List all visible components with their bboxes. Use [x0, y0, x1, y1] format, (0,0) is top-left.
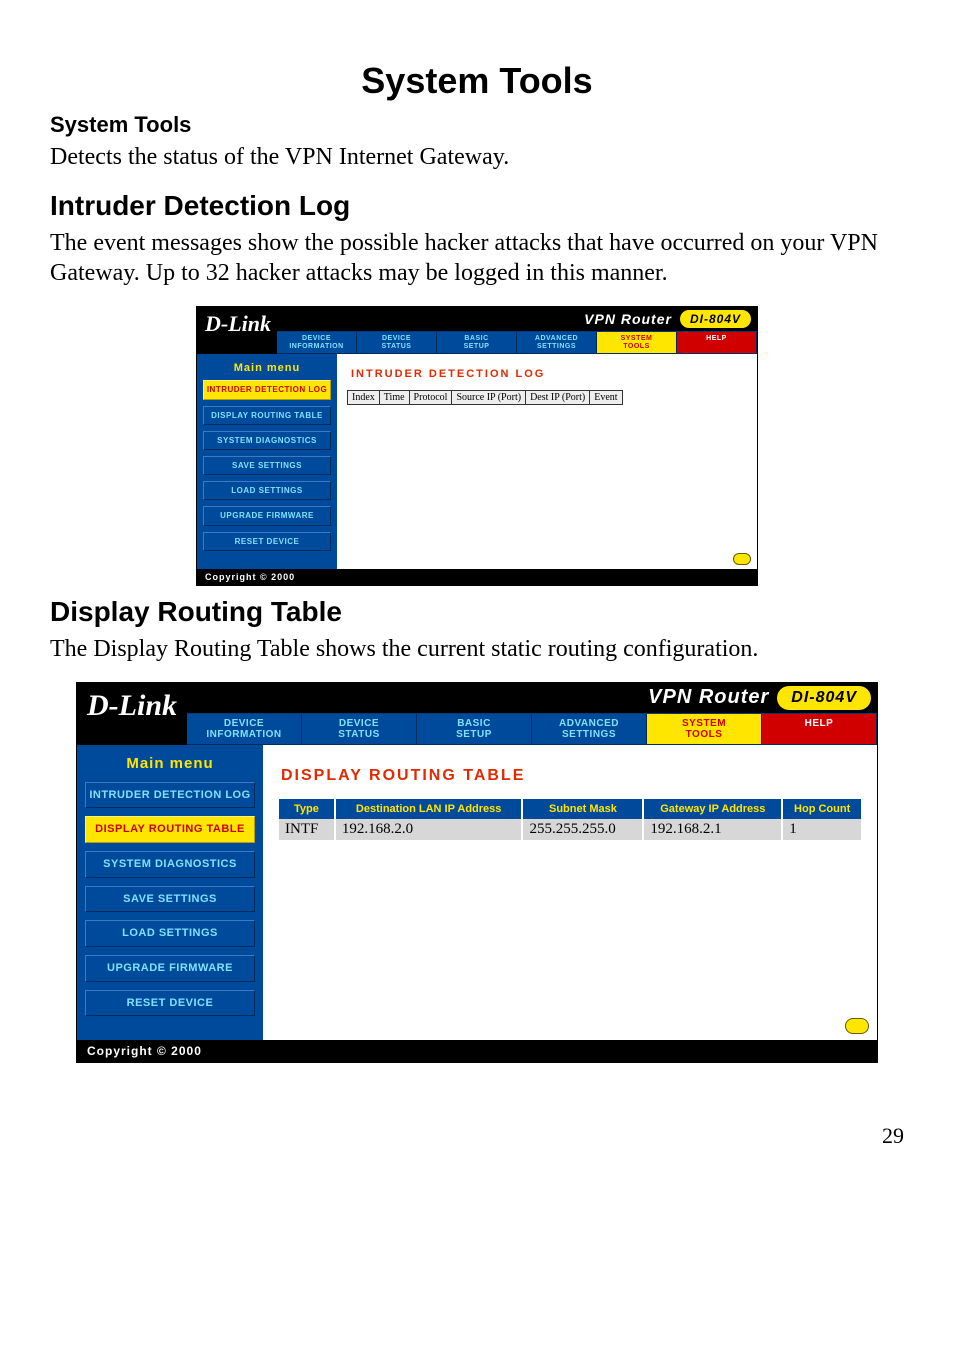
- subhead: System Tools: [50, 112, 904, 138]
- vpn-title: VPN Router: [584, 311, 672, 327]
- section-routing: Display Routing Table: [50, 596, 904, 628]
- col-type: Type: [279, 799, 335, 819]
- status-led-icon: [733, 553, 751, 565]
- sidebar-item-system-diagnostics[interactable]: SYSTEM DIAGNOSTICS: [85, 851, 255, 878]
- model-badge: DI-804V: [777, 686, 871, 710]
- intruder-log-table: Index Time Protocol Source IP (Port) Des…: [347, 390, 623, 405]
- tab-device-status[interactable]: DEVICESTATUS: [357, 332, 437, 354]
- sidebar-item-save-settings[interactable]: SAVE SETTINGS: [85, 886, 255, 913]
- tab-basic-setup[interactable]: BASICSETUP: [417, 714, 532, 745]
- copyright: Copyright © 2000: [77, 1040, 877, 1062]
- sidebar-item-upgrade-firmware[interactable]: UPGRADE FIRMWARE: [203, 506, 331, 525]
- sidebar-item-reset-device[interactable]: RESET DEVICE: [203, 532, 331, 551]
- content-area: INTRUDER DETECTION LOG Index Time Protoc…: [337, 354, 757, 568]
- sidebar-item-load-settings[interactable]: LOAD SETTINGS: [85, 920, 255, 947]
- sidebar: Main menu INTRUDER DETECTION LOG DISPLAY…: [77, 745, 263, 1040]
- col-time: Time: [379, 391, 409, 405]
- sidebar-item-intruder-detection-log[interactable]: INTRUDER DETECTION LOG: [85, 782, 255, 809]
- cell-gateway: 192.168.2.1: [643, 819, 782, 840]
- col-subnet-mask: Subnet Mask: [522, 799, 643, 819]
- sidebar: Main menu INTRUDER DETECTION LOG DISPLAY…: [197, 354, 337, 568]
- routing-table: Type Destination LAN IP Address Subnet M…: [279, 799, 861, 840]
- cell-subnet: 255.255.255.0: [522, 819, 643, 840]
- main-menu-label: Main menu: [203, 362, 331, 374]
- content-area: DISPLAY ROUTING TABLE Type Destination L…: [263, 745, 877, 1040]
- tab-system-tools[interactable]: SYSTEMTOOLS: [647, 714, 762, 745]
- cell-dest-ip: 192.168.2.0: [335, 819, 523, 840]
- top-tabs: DEVICEINFORMATION DEVICESTATUS BASICSETU…: [187, 713, 877, 745]
- router-screenshot-routing: D-Link VPN Router DI-804V DEVICEINFORMAT…: [76, 682, 878, 1063]
- col-gateway-ip: Gateway IP Address: [643, 799, 782, 819]
- router-screenshot-intruder: D-Link VPN Router DI-804V DEVICEINFORMAT…: [196, 306, 758, 586]
- sidebar-item-display-routing-table[interactable]: DISPLAY ROUTING TABLE: [203, 406, 331, 425]
- copyright: Copyright © 2000: [197, 569, 757, 585]
- cell-hop: 1: [782, 819, 861, 840]
- model-badge: DI-804V: [680, 310, 751, 328]
- tab-system-tools[interactable]: SYSTEMTOOLS: [597, 332, 677, 354]
- col-event: Event: [590, 391, 622, 405]
- tab-advanced-settings[interactable]: ADVANCEDSETTINGS: [517, 332, 597, 354]
- brand-logo: D-Link: [197, 307, 277, 354]
- tab-help[interactable]: HELP: [677, 332, 757, 354]
- content-heading: INTRUDER DETECTION LOG: [351, 368, 747, 380]
- col-index: Index: [348, 391, 380, 405]
- tab-device-information[interactable]: DEVICEINFORMATION: [187, 714, 302, 745]
- tab-help[interactable]: HELP: [762, 714, 877, 745]
- col-dest-ip: Dest IP (Port): [526, 391, 590, 405]
- table-row: INTF 192.168.2.0 255.255.255.0 192.168.2…: [279, 819, 861, 840]
- top-tabs: DEVICEINFORMATION DEVICESTATUS BASICSETU…: [277, 331, 757, 354]
- section-intruder: Intruder Detection Log: [50, 190, 904, 222]
- brand-logo: D-Link: [77, 683, 187, 745]
- routing-paragraph: The Display Routing Table shows the curr…: [50, 634, 904, 664]
- col-source-ip: Source IP (Port): [452, 391, 526, 405]
- col-dest-lan-ip: Destination LAN IP Address: [335, 799, 523, 819]
- tab-basic-setup[interactable]: BASICSETUP: [437, 332, 517, 354]
- sidebar-item-intruder-detection-log[interactable]: INTRUDER DETECTION LOG: [203, 380, 331, 399]
- sidebar-item-system-diagnostics[interactable]: SYSTEM DIAGNOSTICS: [203, 431, 331, 450]
- sidebar-item-upgrade-firmware[interactable]: UPGRADE FIRMWARE: [85, 955, 255, 982]
- col-protocol: Protocol: [409, 391, 452, 405]
- intruder-paragraph: The event messages show the possible hac…: [50, 228, 904, 288]
- sidebar-item-load-settings[interactable]: LOAD SETTINGS: [203, 481, 331, 500]
- tab-advanced-settings[interactable]: ADVANCEDSETTINGS: [532, 714, 647, 745]
- page-title: System Tools: [50, 60, 904, 102]
- page-number: 29: [50, 1123, 904, 1149]
- cell-type: INTF: [279, 819, 335, 840]
- vpn-title: VPN Router: [648, 686, 769, 709]
- col-hop-count: Hop Count: [782, 799, 861, 819]
- status-led-icon: [845, 1018, 869, 1034]
- sidebar-item-reset-device[interactable]: RESET DEVICE: [85, 990, 255, 1017]
- intro-paragraph: Detects the status of the VPN Internet G…: [50, 142, 904, 172]
- content-heading: DISPLAY ROUTING TABLE: [281, 767, 861, 785]
- tab-device-status[interactable]: DEVICESTATUS: [302, 714, 417, 745]
- sidebar-item-display-routing-table[interactable]: DISPLAY ROUTING TABLE: [85, 816, 255, 843]
- sidebar-item-save-settings[interactable]: SAVE SETTINGS: [203, 456, 331, 475]
- tab-device-information[interactable]: DEVICEINFORMATION: [277, 332, 357, 354]
- main-menu-label: Main menu: [85, 755, 255, 772]
